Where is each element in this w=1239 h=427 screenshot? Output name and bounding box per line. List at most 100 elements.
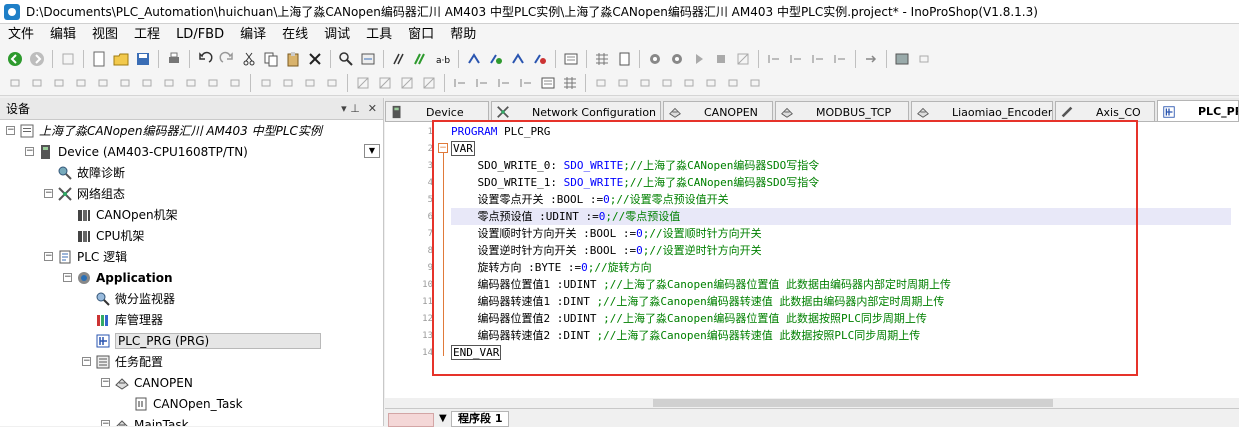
close-icon[interactable]: ✕ <box>368 102 377 115</box>
replace-icon[interactable] <box>359 50 377 68</box>
small-icon[interactable] <box>680 74 698 92</box>
small-icon[interactable] <box>226 74 244 92</box>
small-icon[interactable] <box>279 74 297 92</box>
small-icon[interactable] <box>724 74 742 92</box>
small-icon[interactable] <box>257 74 275 92</box>
small-icon[interactable] <box>614 74 632 92</box>
expand-toggle-icon[interactable]: − <box>63 273 72 282</box>
code-line[interactable]: VAR <box>451 140 475 157</box>
code-line[interactable]: 编码器位置值1 :UDINT ;//上海了淼Canopen编码器位置值 此数据由… <box>451 276 950 293</box>
small-icon[interactable] <box>915 50 933 68</box>
tree-node[interactable]: − 任务配置 <box>82 351 163 372</box>
code-line[interactable]: 旋转方向 :BYTE :=0;//旋转方向 <box>451 259 651 276</box>
tree-node[interactable]: − PLC 逻辑 <box>44 246 127 267</box>
menu-item[interactable]: 工具 <box>358 24 400 46</box>
tree-node[interactable]: − Device (AM403-CPU1608TP/TN) <box>25 141 248 162</box>
config-icon[interactable] <box>562 50 580 68</box>
expand-toggle-icon[interactable]: − <box>82 357 91 366</box>
code-line[interactable]: 零点预设值 :UDINT :=0;//零点预设值 <box>451 208 1231 225</box>
step-icon[interactable] <box>451 74 469 92</box>
gear-icon[interactable] <box>668 50 686 68</box>
expand-toggle-icon[interactable]: − <box>44 252 53 261</box>
tab-plc-prg[interactable]: PLC_PRG <box>1157 100 1239 121</box>
small-icon[interactable] <box>72 74 90 92</box>
block-icon[interactable] <box>354 74 372 92</box>
small-icon[interactable] <box>160 74 178 92</box>
menu-item[interactable]: 编译 <box>232 24 274 46</box>
small-icon[interactable] <box>28 74 46 92</box>
redo-icon[interactable] <box>218 50 236 68</box>
code-line[interactable]: PROGRAM PLC_PRG <box>451 123 550 140</box>
tree-node[interactable]: − Application <box>63 267 173 288</box>
small-icon[interactable] <box>204 74 222 92</box>
code-editor[interactable]: 1 2 3 4 5 6 7 8 9 10 11 12 13 14− PROGRAM PLC_PRG VAR … <box>385 122 1239 408</box>
step-icon[interactable] <box>831 50 849 68</box>
menu-item[interactable]: 调试 <box>316 24 358 46</box>
tab-axis-co[interactable]: Axis_CO <box>1055 101 1155 121</box>
small-icon[interactable] <box>702 74 720 92</box>
code-line[interactable]: 编码器转速值2 :DINT ;//上海了淼Canopen编码器转速值 此数据按照… <box>451 327 920 344</box>
green-lines-icon[interactable] <box>412 50 430 68</box>
small-icon[interactable] <box>182 74 200 92</box>
tree-node[interactable]: 微分监视器 <box>82 288 175 309</box>
small-icon[interactable] <box>138 74 156 92</box>
print-icon[interactable] <box>165 50 183 68</box>
small-icon[interactable] <box>636 74 654 92</box>
step-icon[interactable] <box>517 74 535 92</box>
new-icon[interactable] <box>90 50 108 68</box>
run-icon[interactable] <box>465 50 483 68</box>
block-icon[interactable] <box>376 74 394 92</box>
code-line[interactable]: SDO_WRITE_1: SDO_WRITE;//上海了淼CANopen编码器S… <box>451 174 819 191</box>
step-icon[interactable] <box>765 50 783 68</box>
menu-item[interactable]: LD/FBD <box>168 24 232 46</box>
window-icon[interactable] <box>893 50 911 68</box>
undo-icon[interactable] <box>196 50 214 68</box>
expand-toggle-icon[interactable]: − <box>25 147 34 156</box>
open-icon[interactable] <box>112 50 130 68</box>
find-icon[interactable] <box>337 50 355 68</box>
small-icon[interactable] <box>50 74 68 92</box>
doc-icon[interactable] <box>615 50 633 68</box>
back-icon[interactable] <box>6 50 24 68</box>
small-icon[interactable] <box>301 74 319 92</box>
menu-item[interactable]: 帮助 <box>442 24 484 46</box>
tree-node[interactable]: − CANOPEN <box>101 372 193 393</box>
expand-toggle-icon[interactable]: − <box>6 126 15 135</box>
code-line[interactable]: 设置逆时针方向开关 :BOOL :=0;//设置逆时针方向开关 <box>451 242 761 259</box>
cut-icon[interactable] <box>240 50 258 68</box>
code-line[interactable]: 编码器转速值1 :DINT ;//上海了淼Canopen编码器转速值 此数据由编… <box>451 293 944 310</box>
tab-device[interactable]: Device <box>385 101 489 121</box>
paste-icon[interactable] <box>284 50 302 68</box>
scrollbar-thumb[interactable] <box>653 399 1053 407</box>
tab-modbus-tcp[interactable]: MODBUS_TCP <box>775 101 909 121</box>
block-icon[interactable] <box>420 74 438 92</box>
step-icon[interactable] <box>809 50 827 68</box>
tree-node[interactable]: CANOpen_Task <box>120 393 243 414</box>
tree-dropdown-button[interactable]: ▼ <box>364 144 380 158</box>
comment-icon[interactable] <box>390 50 408 68</box>
delete-icon[interactable] <box>306 50 324 68</box>
horizontal-scrollbar[interactable] <box>385 398 1239 408</box>
code-line[interactable]: 编码器位置值2 :UDINT ;//上海了淼Canopen编码器位置值 此数据按… <box>451 310 926 327</box>
code-line[interactable]: 设置顺时针方向开关 :BOOL :=0;//设置顺时针方向开关 <box>451 225 761 242</box>
code-line[interactable]: END_VAR <box>451 344 502 361</box>
tab-liaomiao-encoder[interactable]: Liaomiao_Encoder <box>911 101 1053 121</box>
step-icon[interactable] <box>495 74 513 92</box>
login-icon[interactable] <box>487 50 505 68</box>
step-icon[interactable] <box>473 74 491 92</box>
fold-toggle-icon[interactable]: − <box>438 143 448 153</box>
tree-node[interactable]: 库管理器 <box>82 309 163 330</box>
small-icon[interactable] <box>592 74 610 92</box>
menu-item[interactable]: 窗口 <box>400 24 442 46</box>
network-tab[interactable]: 程序段 1 <box>451 411 510 427</box>
ab-icon[interactable]: a·b <box>434 50 452 68</box>
config-icon[interactable] <box>539 74 557 92</box>
menu-item[interactable]: 工程 <box>126 24 168 46</box>
tree-node[interactable]: PLC_PRG (PRG) <box>82 330 321 351</box>
tree-node[interactable]: CPU机架 <box>63 225 144 246</box>
tree-node[interactable]: − MainTask <box>101 414 189 426</box>
block-icon[interactable] <box>398 74 416 92</box>
small-icon[interactable] <box>6 74 24 92</box>
grid-icon[interactable] <box>561 74 579 92</box>
tree-node[interactable]: 故障诊断 <box>44 162 125 183</box>
